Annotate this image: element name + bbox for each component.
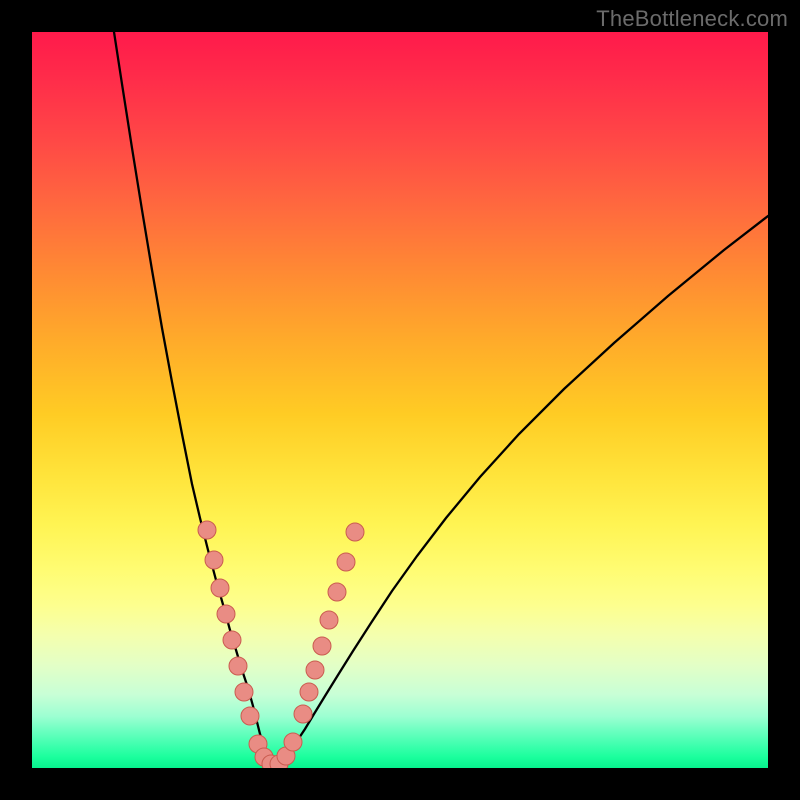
marker-point: [229, 657, 247, 675]
marker-point: [217, 605, 235, 623]
marker-point: [235, 683, 253, 701]
watermark-text: TheBottleneck.com: [596, 6, 788, 32]
curve-left-curve: [114, 32, 272, 767]
marker-point: [320, 611, 338, 629]
plot-area: [32, 32, 768, 768]
marker-point: [328, 583, 346, 601]
marker-point: [300, 683, 318, 701]
marker-point: [313, 637, 331, 655]
marker-point: [346, 523, 364, 541]
chart-svg: [32, 32, 768, 768]
marker-point: [211, 579, 229, 597]
marker-point: [198, 521, 216, 539]
marker-point: [337, 553, 355, 571]
marker-point: [241, 707, 259, 725]
marker-point: [223, 631, 241, 649]
bottleneck-curve: [114, 32, 768, 767]
marker-point: [294, 705, 312, 723]
marker-point: [306, 661, 324, 679]
marker-point: [284, 733, 302, 751]
marker-point: [205, 551, 223, 569]
curve-right-curve: [272, 216, 768, 767]
chart-frame: TheBottleneck.com: [0, 0, 800, 800]
data-markers: [198, 521, 364, 768]
